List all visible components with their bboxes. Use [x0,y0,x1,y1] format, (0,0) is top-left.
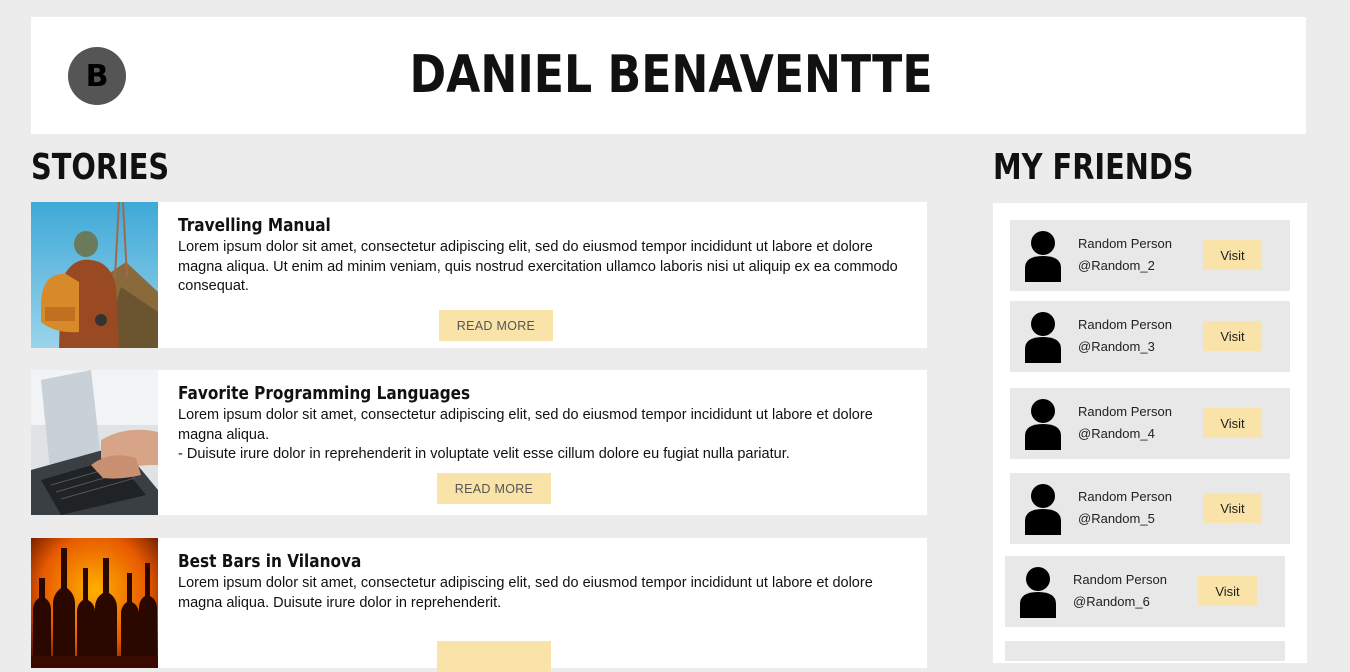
story-text: Lorem ipsum dolor sit amet, consectetur … [178,407,873,462]
person-icon [1025,484,1061,535]
friend-card: Random Person @Random_2 Visit [1010,220,1290,291]
person-icon [1025,399,1061,450]
friend-name: Random Person [1073,572,1167,587]
story-text: Lorem ipsum dolor sit amet, consectetur … [178,239,898,294]
bottles-photo [31,538,158,668]
person-icon [1025,231,1061,282]
hiker-photo [31,202,158,348]
story-card: Favorite Programming Languages Lorem ips… [31,370,927,515]
friend-card: Random Person @Random_4 Visit [1010,388,1290,459]
logo-badge[interactable]: B [68,47,126,105]
friends-heading: MY FRIENDS [993,147,1194,188]
story-card: Best Bars in Vilanova Lorem ipsum dolor … [31,538,927,672]
visit-button[interactable]: Visit [1203,240,1262,270]
friend-name: Random Person [1078,236,1172,251]
person-icon [1020,567,1056,618]
friend-card-partial [1005,641,1285,661]
read-more-button[interactable]: READ MORE [437,473,551,504]
friend-name: Random Person [1078,404,1172,419]
friend-handle: @Random_2 [1078,258,1155,273]
visit-button[interactable]: Visit [1203,321,1262,351]
visit-button[interactable]: Visit [1203,493,1262,523]
story-title[interactable]: Best Bars in Vilanova [178,550,807,574]
friend-card: Random Person @Random_5 Visit [1010,473,1290,544]
site-title: DANIEL BENAVENTTE [409,45,933,105]
visit-button[interactable]: Visit [1203,408,1262,438]
friend-handle: @Random_4 [1078,426,1155,441]
friend-name: Random Person [1078,317,1172,332]
friend-card: Random Person @Random_3 Visit [1010,301,1290,372]
friend-handle: @Random_6 [1073,594,1150,609]
friend-handle: @Random_5 [1078,511,1155,526]
friend-card: Random Person @Random_6 Visit [1005,556,1285,627]
friend-handle: @Random_3 [1078,339,1155,354]
read-more-button[interactable] [437,641,551,672]
story-title[interactable]: Favorite Programming Languages [178,382,807,406]
story-title[interactable]: Travelling Manual [178,214,807,238]
story-card: Travelling Manual Lorem ipsum dolor sit … [31,202,927,348]
friends-panel: Random Person @Random_2 Visit Random Per… [993,203,1307,663]
site-header: B DANIEL BENAVENTTE [31,17,1306,134]
laptop-typing-photo [31,370,158,515]
stories-heading: STORIES [31,147,170,188]
story-text: Lorem ipsum dolor sit amet, consectetur … [178,575,873,611]
read-more-button[interactable]: READ MORE [439,310,553,341]
person-icon [1025,312,1061,363]
friend-name: Random Person [1078,489,1172,504]
visit-button[interactable]: Visit [1198,576,1257,606]
